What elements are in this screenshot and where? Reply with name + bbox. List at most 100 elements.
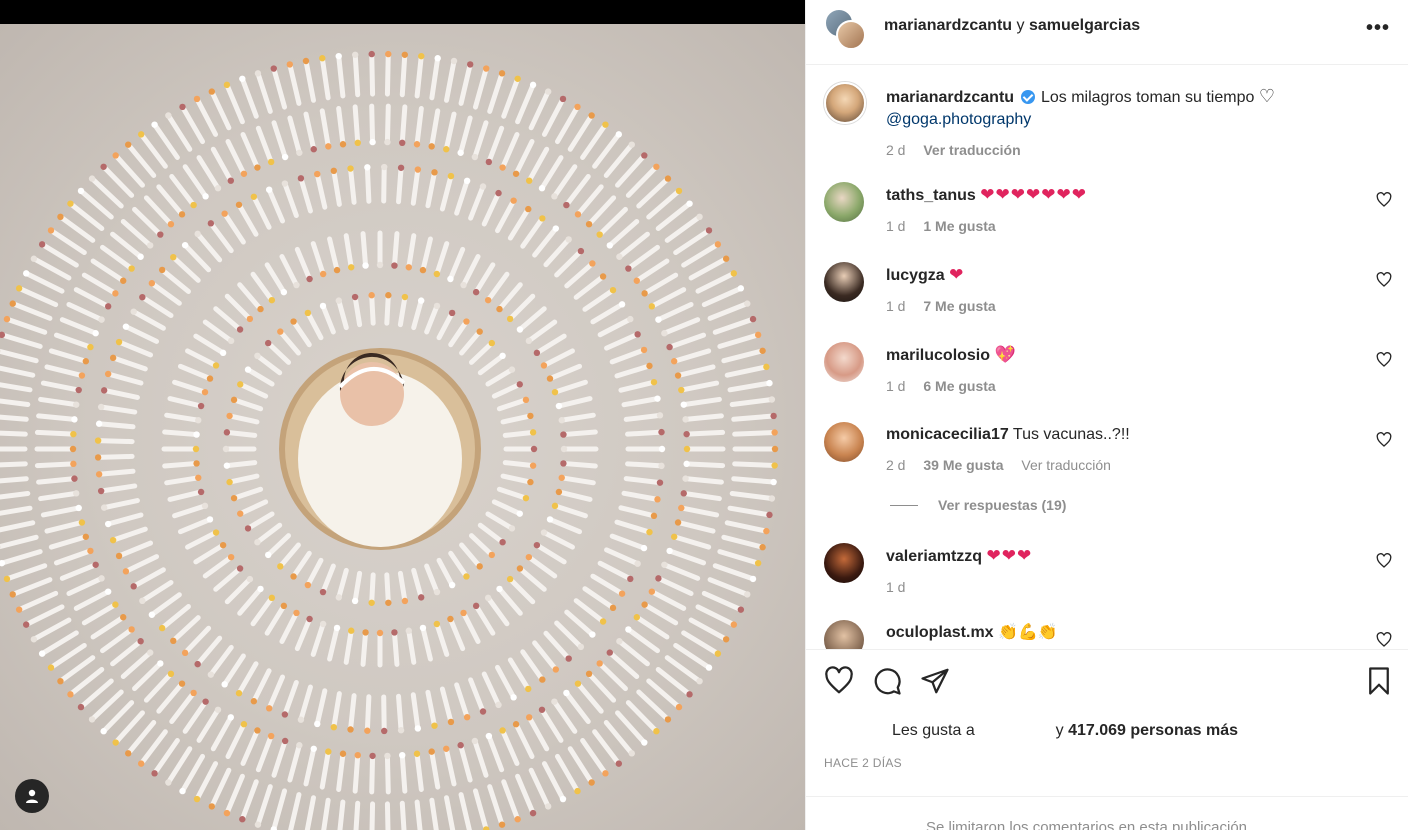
vial-cap [754, 331, 762, 339]
vial [604, 331, 641, 351]
more-options-icon[interactable]: ••• [1366, 16, 1390, 40]
vial-cap [139, 597, 146, 605]
comment-time[interactable]: 1 d [886, 218, 905, 234]
comment-time[interactable]: 1 d [886, 579, 905, 595]
avatar[interactable] [824, 543, 864, 583]
like-comment-icon[interactable] [1376, 192, 1392, 208]
vial [100, 626, 135, 654]
vial-cap [310, 146, 317, 153]
vial-cap [208, 88, 216, 95]
vial-cap [88, 716, 96, 723]
tagged-users-button[interactable] [15, 779, 49, 813]
vial-cap [656, 479, 664, 486]
vial [472, 738, 489, 778]
caption-time[interactable]: 2 d [886, 142, 905, 158]
collab-avatars[interactable] [824, 8, 868, 52]
vial-cap [615, 131, 623, 138]
vials-spiral-image [0, 50, 779, 830]
see-translation-button[interactable]: Ver traducción [923, 142, 1020, 158]
vial-cap [112, 739, 119, 746]
see-translation-button[interactable]: Ver traducción [1021, 457, 1111, 473]
vial-cap [599, 273, 607, 280]
vial [458, 742, 473, 783]
vial-cap [655, 575, 662, 582]
vial-cap [100, 728, 107, 735]
avatar[interactable] [824, 620, 864, 649]
vial-cap [206, 375, 214, 382]
like-comment-icon[interactable] [1376, 553, 1392, 569]
vial-cap [354, 139, 361, 147]
vial-cap [67, 200, 74, 207]
avatar[interactable] [824, 182, 864, 222]
author-link[interactable]: marianardzcantu [884, 17, 1012, 34]
vial [196, 707, 221, 743]
comment-username[interactable]: valeriamtzzq [886, 548, 982, 565]
vial [397, 570, 408, 604]
share-icon[interactable] [920, 666, 950, 696]
vial [180, 753, 205, 794]
like-icon[interactable] [824, 666, 854, 696]
vial-cap [508, 525, 516, 532]
comment-username[interactable]: oculoplast.mx [886, 624, 994, 641]
like-comment-icon[interactable] [1376, 352, 1392, 368]
view-replies-button[interactable]: Ver respuestas (19) [890, 497, 1066, 513]
vial-cap [551, 388, 559, 396]
comment-likes[interactable]: 39 Me gusta [923, 457, 1003, 473]
comment-time[interactable]: 2 d [886, 457, 905, 473]
comment-likes[interactable]: 7 Me gusta [923, 298, 995, 314]
caption-mention-link[interactable]: @goga.photography [886, 111, 1031, 128]
post-photo[interactable] [0, 24, 805, 830]
vial [507, 576, 536, 605]
vial [520, 649, 545, 683]
vial-cap [77, 703, 85, 711]
comments-list[interactable]: marianardzcantu Los milagros toman su ti… [806, 66, 1408, 649]
comment-time[interactable]: 1 d [886, 298, 905, 314]
vial-cap [397, 164, 405, 171]
save-bookmark-icon[interactable] [1364, 666, 1394, 696]
vial-cap [170, 637, 177, 645]
vial [251, 668, 272, 704]
vial [224, 576, 253, 605]
vial-cap [9, 300, 16, 307]
comment-username[interactable]: lucygza [886, 267, 945, 284]
like-comment-icon[interactable] [1376, 632, 1392, 648]
author-link[interactable]: samuelgarcias [1029, 17, 1140, 34]
vial-cap [87, 547, 94, 555]
vial [337, 799, 346, 830]
vial-cap [226, 478, 233, 486]
avatar[interactable] [824, 82, 866, 124]
avatar[interactable] [824, 422, 864, 462]
avatar[interactable] [824, 342, 864, 382]
comment-username[interactable]: taths_tanus [886, 187, 976, 204]
like-comment-icon[interactable] [1376, 272, 1392, 288]
vial-cap [539, 215, 546, 222]
vial-cap [147, 242, 154, 249]
vial [364, 164, 372, 204]
comment-icon[interactable] [872, 666, 902, 696]
vial-cap [73, 401, 80, 408]
comment-time[interactable]: 1 d [886, 378, 905, 394]
comment-likes[interactable]: 6 Me gusta [923, 378, 995, 394]
vial [678, 380, 720, 393]
vial-cap [178, 680, 186, 687]
comment-username[interactable]: monicacecilia17 [886, 426, 1009, 443]
vial-cap [227, 553, 235, 561]
like-comment-icon[interactable] [1376, 432, 1392, 448]
vial [614, 519, 652, 535]
caption-text: Los milagros toman su tiempo [1040, 89, 1255, 106]
vial [180, 104, 205, 145]
post-timestamp[interactable]: HACE 2 DÍAS [824, 756, 902, 770]
vial [528, 767, 551, 809]
vial [271, 788, 288, 830]
vial [625, 429, 664, 437]
likes-summary[interactable]: Les gusta a y 417.069 personas más [892, 722, 1238, 740]
comment-username[interactable]: marilucolosio [886, 347, 990, 364]
avatar[interactable] [824, 262, 864, 302]
vial-cap [555, 488, 563, 496]
comment-likes[interactable]: 1 Me gusta [923, 218, 995, 234]
likes-count[interactable]: 417.069 personas más [1068, 722, 1238, 739]
vial-cap [544, 88, 552, 95]
caption-username[interactable]: marianardzcantu [886, 89, 1014, 106]
vial-cap [385, 599, 392, 606]
vial-cap [104, 520, 112, 528]
